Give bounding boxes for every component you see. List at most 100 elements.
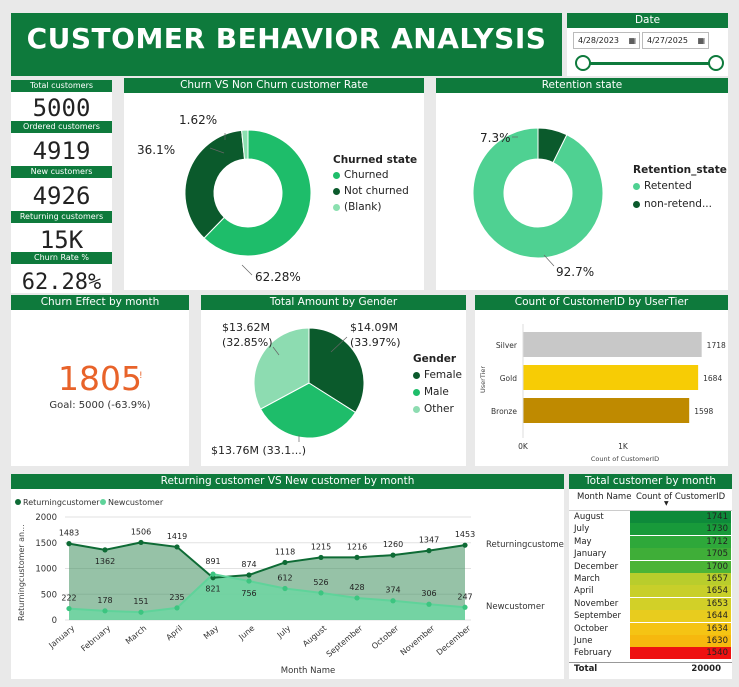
legend-returning[interactable]: Returningcustomer (23, 498, 100, 507)
legend-new[interactable]: Newcustomer (108, 498, 164, 507)
point-new[interactable] (390, 598, 396, 604)
row-month: May (574, 536, 592, 547)
churn-effect-title: Churn Effect by month (11, 295, 189, 310)
table-row[interactable]: September 1644 (569, 610, 731, 623)
retention-legend-item-retented[interactable]: Retented (633, 180, 727, 192)
table-row[interactable]: July 1730 (569, 523, 731, 536)
churn-legend-item-not-churned[interactable]: Not churned (333, 185, 417, 197)
table-row[interactable]: January 1705 (569, 548, 731, 561)
row-month: September (574, 611, 621, 622)
churn-effect-goal: Goal: 5000 (-63.9%) (49, 400, 151, 411)
point-returning[interactable] (462, 542, 468, 548)
table-row[interactable]: June 1630 (569, 635, 731, 647)
point-new[interactable] (66, 605, 72, 612)
gender-label-female-pct: (33.97%) (350, 336, 401, 349)
legend-dot-new-icon (100, 499, 106, 505)
sort-desc-icon[interactable]: ▼ (664, 500, 669, 507)
row-month: December (574, 561, 619, 572)
y-tick-label: 1000 (35, 565, 57, 575)
line-end-label-new: Newcustomer (486, 602, 545, 612)
table-row[interactable]: February 1540 (569, 647, 731, 660)
usertier-title: Count of CustomerID by UserTier (475, 295, 728, 310)
table-row[interactable]: November 1653 (569, 597, 731, 610)
point-returning[interactable] (102, 547, 108, 553)
label-new: 235 (169, 593, 184, 602)
churn-legend-title: Churned state (333, 154, 418, 166)
table-row[interactable]: December 1700 (569, 560, 731, 573)
bar-bronze[interactable] (523, 398, 690, 423)
label-returning: 1347 (419, 536, 439, 545)
row-month: October (574, 623, 609, 634)
churn-legend-item-churned[interactable]: Churned (333, 169, 417, 181)
point-new[interactable] (318, 590, 324, 596)
label-new: 374 (385, 586, 400, 595)
point-returning[interactable] (174, 544, 180, 550)
churn-legend-item-blank[interactable]: (Blank) (333, 201, 417, 213)
row-month: April (574, 586, 594, 597)
gender-legend-item-male[interactable]: Male (413, 386, 462, 398)
point-returning[interactable] (390, 552, 396, 558)
point-returning[interactable] (426, 548, 432, 554)
point-returning[interactable] (246, 572, 252, 578)
col-header-month[interactable]: Month Name (577, 492, 631, 502)
point-returning[interactable] (354, 554, 360, 560)
point-new[interactable] (210, 571, 216, 577)
label-new: 428 (349, 583, 364, 592)
retention-legend: Retention_state Retented non-retend... (633, 164, 727, 210)
point-returning[interactable] (66, 541, 72, 547)
start-date-input[interactable]: 4/28/2023 ▦ (573, 32, 640, 49)
end-date-input[interactable]: 4/27/2025 ▦ (642, 32, 709, 49)
date-range-start-handle[interactable] (575, 55, 591, 71)
point-new[interactable] (246, 578, 252, 584)
col-header-count[interactable]: Count of CustomerID (636, 492, 725, 502)
row-count: 1540 (630, 647, 731, 660)
kpi-value-ordered-customers: 4919 (32, 137, 91, 165)
point-returning[interactable] (282, 559, 288, 566)
label-new: 222 (61, 594, 76, 603)
table-row[interactable]: May 1712 (569, 535, 731, 548)
gender-card: Total Amount by Gender $13.62M (32.85%) … (201, 295, 466, 466)
gender-title: Total Amount by Gender (201, 295, 466, 310)
legend-dot-icon (333, 203, 340, 211)
gender-legend-item-other[interactable]: Other (413, 403, 462, 415)
table-row[interactable]: April 1654 (569, 585, 731, 598)
bar-silver[interactable] (523, 332, 702, 357)
point-new[interactable] (426, 601, 432, 607)
gender-legend-item-female[interactable]: Female (413, 369, 462, 381)
line-x-axis-title: Month Name (281, 666, 335, 676)
table-row[interactable]: March 1657 (569, 573, 731, 585)
calendar-icon[interactable]: ▦ (697, 33, 705, 48)
row-month: November (574, 598, 619, 609)
x-tick-label: June (236, 624, 256, 643)
gender-label-female-value: $14.09M (350, 321, 398, 334)
legend-dot-returning-icon (15, 499, 21, 505)
retention-legend-title: Retention_state (633, 164, 727, 176)
gender-label-other-pct: (32.85%) (222, 336, 273, 349)
table-row[interactable]: October 1634 (569, 622, 731, 635)
label-returning: 1215 (311, 542, 331, 551)
returning-vs-new-card: Returning customer VS New customer by mo… (11, 474, 564, 679)
bar-gold[interactable] (523, 365, 699, 390)
line-end-label-returning: Returningcustomer (486, 540, 564, 550)
bar-category-label: Gold (500, 374, 517, 383)
slice-not-churned[interactable] (184, 129, 246, 239)
point-new[interactable] (102, 608, 108, 614)
retention-legend-item-non-retended[interactable]: non-retend... (633, 198, 727, 210)
date-range-end-handle[interactable] (708, 55, 724, 71)
calendar-icon[interactable]: ▦ (628, 33, 636, 48)
legend-dot-icon (413, 388, 420, 396)
point-returning[interactable] (138, 539, 144, 546)
row-count: 1712 (630, 535, 731, 548)
point-new[interactable] (462, 604, 468, 610)
legend-dot-icon (333, 187, 340, 195)
table-row[interactable]: August 1741 (569, 511, 731, 523)
row-month: August (574, 512, 604, 522)
point-new[interactable] (282, 585, 288, 592)
label-new: 526 (313, 578, 328, 587)
point-returning[interactable] (318, 554, 324, 561)
point-new[interactable] (138, 609, 144, 615)
retention-title: Retention state (436, 78, 728, 93)
point-new[interactable] (174, 605, 180, 611)
point-new[interactable] (354, 595, 360, 601)
y-tick-label: 500 (41, 590, 57, 600)
